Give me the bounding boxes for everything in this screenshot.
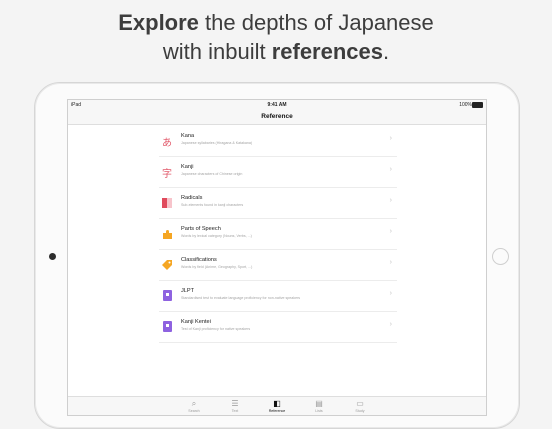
list-item-title: Kanji [181,164,194,170]
chevron-right-icon: › [389,228,392,235]
page-title: Reference [261,113,293,120]
chevron-right-icon: › [389,135,392,142]
list-item-classifications[interactable]: Classifications Words by field (Anime, G… [159,250,397,281]
list-item-kana[interactable]: あ Kana Japanese syllabaries (Hiragana & … [159,126,397,157]
list-item-kanji-kentei[interactable]: Kanji Kentei Test of Kanji proficiency f… [159,312,397,343]
camera-icon [49,253,56,260]
reference-list: あ Kana Japanese syllabaries (Hiragana & … [159,126,397,343]
tab-label: Reference [268,409,286,413]
chevron-right-icon: › [389,321,392,328]
tab-bar: ⌕ Search ☰ Text ◧ Reference ▤ Lists ▭ St… [68,396,486,415]
puzzle-icon [161,228,173,240]
chevron-right-icon: › [389,166,392,173]
battery-percent: 100% [459,102,472,108]
list-item-subtitle: Japanese syllabaries (Hiragana & Katakan… [181,141,253,145]
reference-icon: ◧ [273,399,281,408]
list-item-kanji[interactable]: 字 Kanji Japanese characters of Chinese o… [159,157,397,188]
tab-study[interactable]: ▭ Study [345,399,375,413]
status-bar: iPad 9:41 AM 100% [68,100,486,110]
list-item-title: Radicals [181,195,203,201]
tab-label: Search [188,409,200,413]
chevron-right-icon: › [389,290,392,297]
list-item-title: Kana [181,133,195,139]
chevron-right-icon: › [389,197,392,204]
hiragana-a-icon: あ [162,137,172,149]
headline-text-3: . [383,39,390,64]
list-item-title: Classifications [181,257,217,263]
headline-bold-1: Explore [118,10,199,35]
list-item-radicals[interactable]: Radicals Sub-elements found in kanji cha… [159,188,397,219]
kentei-book-icon [163,321,172,332]
list-item-subtitle: Standardised test to evaluate language p… [181,296,301,300]
nav-bar: Reference [68,110,486,125]
tab-label: Lists [315,409,323,413]
app-screen: iPad 9:41 AM 100% Reference あ Kana Japan… [67,99,487,416]
tab-search[interactable]: ⌕ Search [179,399,209,413]
list-item-jlpt[interactable]: JLPT Standardised test to evaluate langu… [159,281,397,312]
status-time: 9:41 AM [267,102,287,108]
tag-icon [161,259,173,271]
tab-lists[interactable]: ▤ Lists [304,399,334,413]
list-item-parts-of-speech[interactable]: Parts of Speech Words by lexical categor… [159,219,397,250]
lists-icon: ▤ [315,399,323,408]
kanji-ji-icon: 字 [162,168,172,180]
search-icon: ⌕ [191,399,197,408]
battery-icon [472,102,483,108]
tab-reference[interactable]: ◧ Reference [262,399,292,413]
headline-text-2: with inbuilt [162,39,272,64]
radicals-icon [161,197,173,209]
jlpt-book-icon [163,290,172,301]
list-item-subtitle: Words by lexical category (Nouns, Verbs,… [181,234,252,238]
chevron-right-icon: › [389,259,392,266]
list-item-title: Kanji Kentei [181,319,211,325]
list-item-title: Parts of Speech [181,226,221,232]
home-button[interactable] [492,248,509,265]
tab-label: Study [355,409,365,413]
text-icon: ☰ [231,399,239,408]
list-item-subtitle: Japanese characters of Chinese origin [181,172,243,176]
tab-label: Text [231,409,239,413]
list-item-subtitle: Test of Kanji proficiency for native spe… [181,327,251,331]
tab-text[interactable]: ☰ Text [220,399,250,413]
headline-text-1: the depths of Japanese [198,10,434,35]
study-icon: ▭ [356,399,364,408]
marketing-headline: Explore the depths of Japanese with inbu… [0,8,552,66]
headline-bold-2: references [271,39,384,64]
list-item-subtitle: Sub-elements found in kanji characters [181,203,244,207]
list-item-title: JLPT [181,288,195,294]
list-item-subtitle: Words by field (Anime, Geography, Sport,… [181,265,253,269]
